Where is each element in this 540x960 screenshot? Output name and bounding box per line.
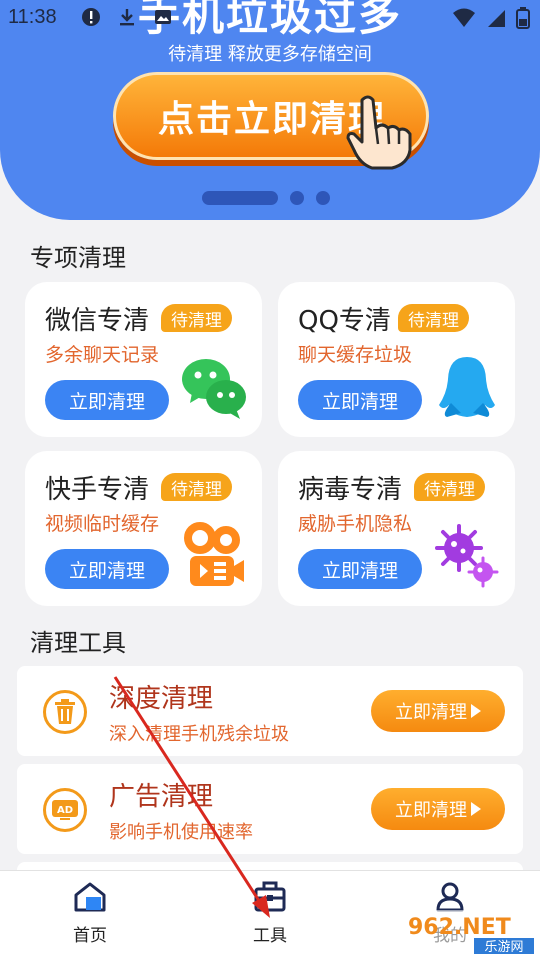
battery-icon xyxy=(516,7,530,29)
carousel-dot[interactable] xyxy=(316,191,330,205)
kuaishou-clean-card[interactable]: 快手专清 待清理 视频临时缓存 立即清理 xyxy=(25,451,262,606)
watermark-logo: 962.NET 乐游网 xyxy=(402,910,538,956)
kuaishou-icon xyxy=(184,522,244,586)
trash-icon xyxy=(43,690,87,734)
clean-tools-title: 清理工具 xyxy=(30,629,126,657)
deep-clean-row[interactable]: 深度清理 深入清理手机残余垃圾 立即清理 xyxy=(17,666,523,756)
signal-icon xyxy=(488,10,505,27)
watermark-sub: 乐游网 xyxy=(484,940,523,955)
qq-clean-button[interactable]: 立即清理 xyxy=(298,380,422,420)
qq-clean-card[interactable]: QQ专清 待清理 聊天缓存垃圾 立即清理 xyxy=(278,282,515,437)
ad-clean-button[interactable]: 立即清理 xyxy=(371,788,505,830)
nav-tools[interactable]: 工具 xyxy=(230,881,310,946)
image-notification-icon xyxy=(155,10,171,24)
wechat-clean-button[interactable]: 立即清理 xyxy=(45,380,169,420)
tool-name: 深度清理 xyxy=(109,684,214,714)
pointing-hand-icon xyxy=(346,95,412,170)
tool-description: 深入清理手机残余垃圾 xyxy=(109,724,289,745)
card-description: 多余聊天记录 xyxy=(45,344,160,366)
carousel-indicator[interactable] xyxy=(202,191,330,205)
banner-subtitle: 待清理 释放更多存储空间 xyxy=(168,44,372,65)
play-arrow-icon xyxy=(471,704,481,718)
ad-icon-text: AD xyxy=(57,805,73,816)
home-icon xyxy=(74,882,106,912)
profile-icon xyxy=(436,882,464,912)
pending-badge: 待清理 xyxy=(398,304,469,332)
virus-clean-card[interactable]: 病毒专清 待清理 威胁手机隐私 立即清理 xyxy=(278,451,515,606)
wechat-clean-card[interactable]: 微信专清 待清理 多余聊天记录 立即清理 xyxy=(25,282,262,437)
carousel-dot[interactable] xyxy=(290,191,304,205)
card-name: 病毒专清 xyxy=(298,475,403,505)
virus-clean-button[interactable]: 立即清理 xyxy=(298,549,422,589)
status-time: 11:38 xyxy=(8,6,57,28)
pending-badge: 待清理 xyxy=(161,473,232,501)
card-name: QQ专清 xyxy=(298,306,391,336)
play-arrow-icon xyxy=(471,802,481,816)
qq-penguin-icon xyxy=(439,357,495,417)
tool-name: 广告清理 xyxy=(109,782,214,812)
ad-icon: AD xyxy=(43,788,87,832)
deep-clean-button[interactable]: 立即清理 xyxy=(371,690,505,732)
nav-label: 首页 xyxy=(73,926,107,946)
card-description: 视频临时缓存 xyxy=(45,513,160,535)
ad-clean-row[interactable]: AD 广告清理 影响手机使用速率 立即清理 xyxy=(17,764,523,854)
nav-label: 工具 xyxy=(253,926,287,946)
download-icon xyxy=(120,9,134,26)
button-label: 立即清理 xyxy=(395,702,467,723)
card-name: 微信专清 xyxy=(45,306,150,336)
wechat-icon xyxy=(182,359,246,419)
virus-icon xyxy=(435,524,499,588)
toolbox-icon xyxy=(254,881,286,912)
nav-home[interactable]: 首页 xyxy=(50,881,130,946)
card-name: 快手专清 xyxy=(45,475,150,505)
card-description: 威胁手机隐私 xyxy=(298,513,413,535)
card-description: 聊天缓存垃圾 xyxy=(298,344,413,366)
button-label: 立即清理 xyxy=(395,800,467,821)
watermark-brand: 962.NET xyxy=(408,915,511,940)
status-bar: 11:38 xyxy=(0,0,540,36)
tool-description: 影响手机使用速率 xyxy=(109,822,253,843)
pending-badge: 待清理 xyxy=(414,473,485,501)
pending-badge: 待清理 xyxy=(161,304,232,332)
kuaishou-clean-button[interactable]: 立即清理 xyxy=(45,549,169,589)
wifi-icon xyxy=(453,8,475,27)
alert-icon xyxy=(82,8,100,26)
carousel-dot-active[interactable] xyxy=(202,191,278,205)
special-clean-title: 专项清理 xyxy=(30,244,126,272)
